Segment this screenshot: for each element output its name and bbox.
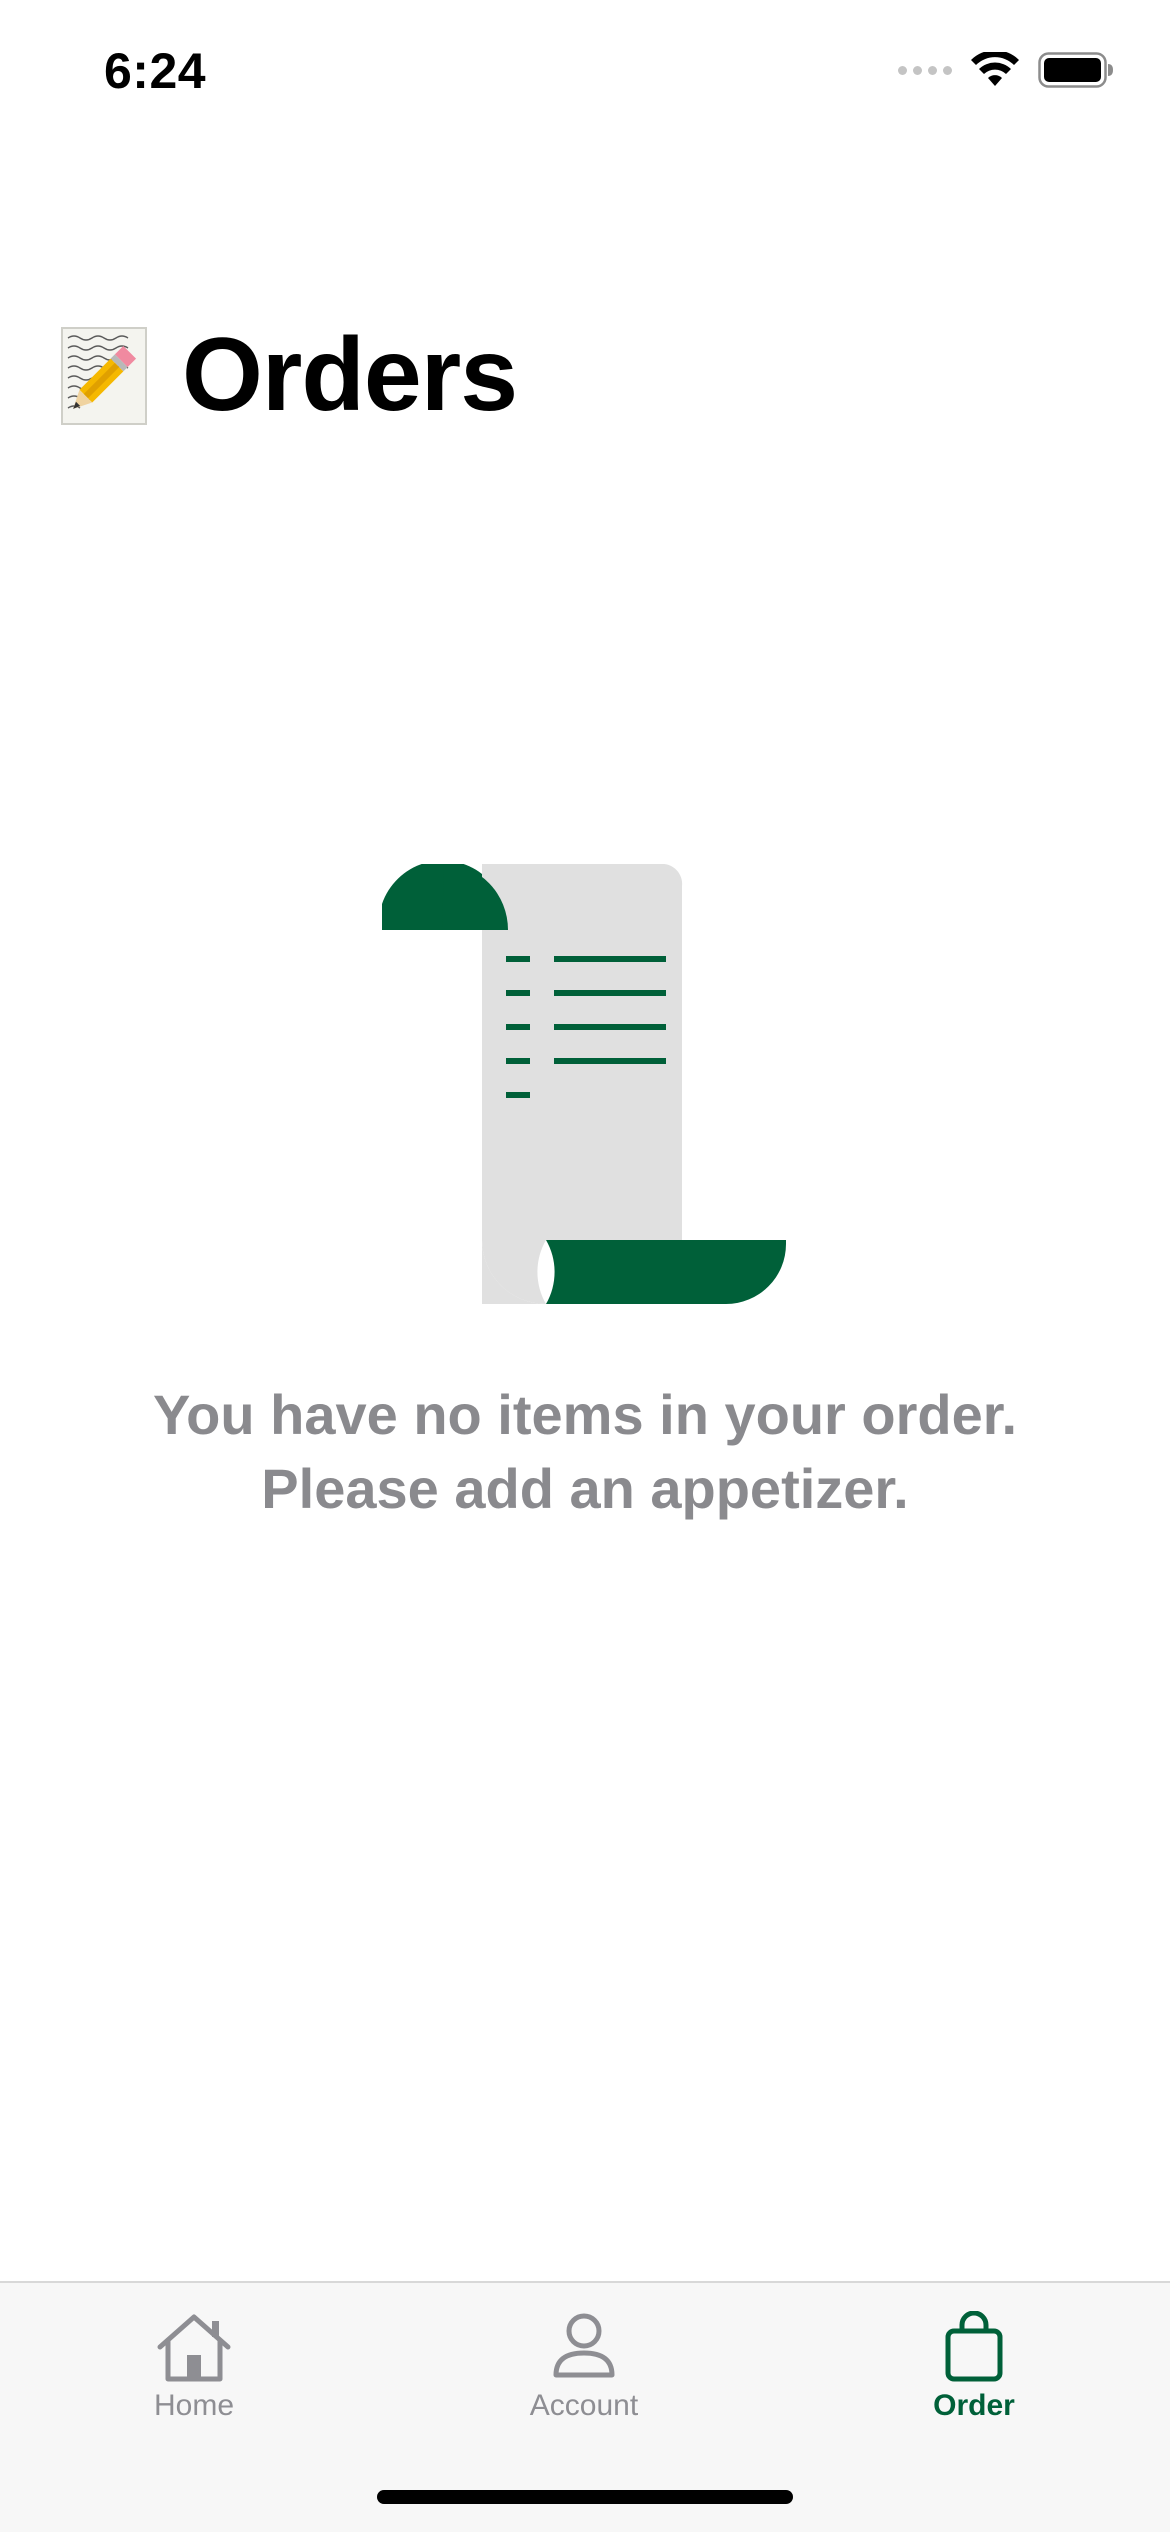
status-icons — [898, 52, 1114, 88]
cellular-signal-icon — [898, 65, 952, 75]
tab-order-label: Order — [933, 2389, 1015, 2422]
wifi-icon — [971, 52, 1019, 86]
person-icon — [553, 2313, 615, 2378]
tab-account[interactable]: Account — [454, 2311, 714, 2431]
empty-message-line-2: Please add an appetizer. — [261, 1457, 909, 1520]
tab-home-label: Home — [153, 2389, 235, 2422]
empty-message-line-1: You have no items in your order. — [152, 1383, 1018, 1446]
tab-home[interactable]: Home — [64, 2311, 324, 2431]
orders-screen: 6:24 Orders You have no items in your or… — [0, 0, 1170, 2532]
tab-order[interactable]: Order — [844, 2311, 1104, 2431]
battery-icon — [1038, 52, 1113, 88]
status-time: 6:24 — [104, 43, 207, 99]
house-icon — [157, 2314, 231, 2382]
page-header: Orders — [60, 316, 518, 435]
memo-pencil-icon — [61, 326, 147, 425]
page-title: Orders — [182, 317, 518, 433]
receipt-scroll-icon — [382, 864, 786, 1304]
tab-account-label: Account — [529, 2389, 639, 2422]
home-indicator[interactable] — [377, 2490, 793, 2504]
status-bar: 6:24 — [0, 0, 1170, 150]
empty-message: You have no items in your order. Please … — [0, 1378, 1170, 1526]
shopping-bag-icon — [945, 2311, 1003, 2382]
